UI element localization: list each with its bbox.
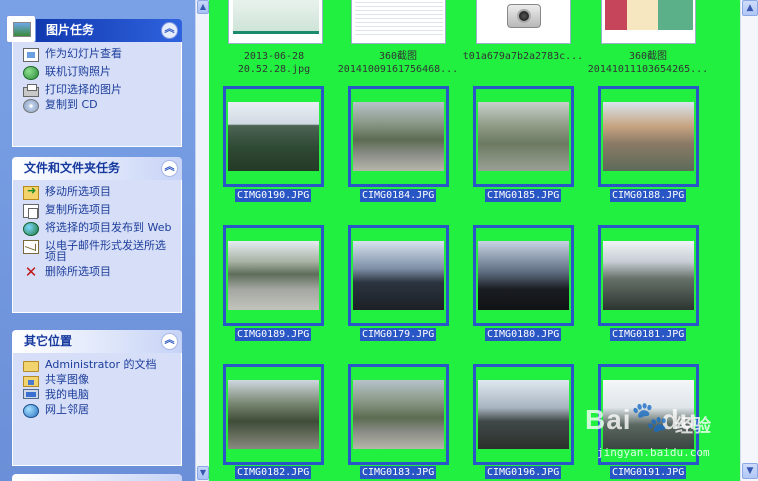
content-scrollbar[interactable]: ▲ ▼ [740,0,758,481]
scroll-up-icon[interactable]: ▲ [742,0,758,16]
thumbnail-cimg0182[interactable] [223,364,324,465]
baidu-jingyan-watermark: Bai du 🐾 经验 jingyan.baidu.com [585,400,711,459]
thumbnail-cimg0181[interactable] [598,225,699,326]
caption-cimg0189[interactable]: CIMG0189.JPG [235,328,312,341]
thumbnail-cimg0180[interactable] [473,225,574,326]
thumbnail-cimg0189[interactable] [223,225,324,326]
details-panel-header[interactable] [12,474,182,481]
slideshow-icon [23,48,39,62]
publish-web-icon [23,222,39,236]
caption-cimg0196[interactable]: CIMG0196.JPG [485,466,562,479]
collapse-chevron-icon[interactable]: ︽ [161,160,178,177]
email-items-link[interactable]: 以电子邮件形式发送所选项目 [23,240,173,262]
picture-tasks-panel: 图片任务 ︽ 作为幻灯片查看 联机订购照片 打印选择的图片 复制到 CD [6,15,182,147]
picture-tasks-header[interactable]: 图片任务 ︽ [6,15,182,43]
photo-thumbnail [353,102,444,171]
view-slideshow-link[interactable]: 作为幻灯片查看 [23,48,173,62]
network-places-link[interactable]: 网上邻居 [23,404,173,418]
order-prints-link[interactable]: 联机订购照片 [23,66,173,80]
photo-thumbnail [228,102,319,171]
thumbnail-cimg0183[interactable] [348,364,449,465]
shared-pictures-link[interactable]: 共享图像 [23,374,173,387]
collapse-chevron-icon[interactable]: ︽ [161,22,178,39]
collapse-chevron-icon[interactable]: ︽ [161,333,178,350]
photo-thumbnail [228,380,319,449]
caption-cimg0180[interactable]: CIMG0180.JPG [485,328,562,341]
thumbnail-cimg0196[interactable] [473,364,574,465]
move-items-link[interactable]: 移动所选项目 [23,185,173,200]
admin-documents-link[interactable]: Administrator 的文档 [23,359,173,372]
email-icon [23,240,39,254]
photo-thumbnail [478,102,569,171]
folder-icon [23,361,39,372]
copy-to-cd-link[interactable]: 复制到 CD [23,99,173,113]
caption-cimg0185[interactable]: CIMG0185.JPG [485,189,562,202]
thumbnail-cimg0184[interactable] [348,86,449,187]
task-pane: 图片任务 ︽ 作为幻灯片查看 联机订购照片 打印选择的图片 复制到 CD 文件和… [0,0,195,481]
other-places-header[interactable]: 其它位置 ︽ [12,330,182,353]
scroll-down-icon[interactable]: ▼ [197,466,209,480]
thumbnail-cimg0179[interactable] [348,225,449,326]
picture-tasks-icon [6,15,36,43]
caption-cimg0183[interactable]: CIMG0183.JPG [360,466,437,479]
paw-icon: 🐾 [631,400,669,435]
copy-items-link[interactable]: 复制所选项目 [23,204,173,219]
file-tasks-panel: 文件和文件夹任务 ︽ 移动所选项目 复制所选项目 将选择的项目发布到 Web 以… [12,157,182,313]
caption-cimg0184[interactable]: CIMG0184.JPG [360,189,437,202]
thumbnail-cimg0185[interactable] [473,86,574,187]
thumbnail-top-1[interactable] [228,0,323,44]
photo-thumbnail [603,241,694,310]
caption-cimg0179[interactable]: CIMG0179.JPG [360,328,437,341]
delete-items-link[interactable]: ✕ 删除所选项目 [23,263,173,281]
task-pane-scrollbar[interactable]: ▲ ▼ [195,0,209,481]
photo-thumbnail [228,241,319,310]
file-tasks-header[interactable]: 文件和文件夹任务 ︽ [12,157,182,180]
photo-thumbnail [353,241,444,310]
cd-icon [23,99,39,113]
caption-cimg0190[interactable]: CIMG0190.JPG [235,189,312,202]
publish-web-link[interactable]: 将选择的项目发布到 Web [23,222,173,236]
photo-thumbnail [603,102,694,171]
thumbnail-top-3[interactable] [476,0,571,44]
other-places-panel: 其它位置 ︽ Administrator 的文档 共享图像 我的电脑 网上邻居 [12,330,182,466]
my-computer-link[interactable]: 我的电脑 [23,389,173,400]
photo-thumbnail [478,380,569,449]
delete-icon: ✕ [24,263,38,281]
photo-thumbnail [353,380,444,449]
move-icon [23,185,39,200]
thumbnail-cimg0188[interactable] [598,86,699,187]
thumbnail-top-4[interactable] [601,0,696,44]
printer-icon [23,84,39,97]
photo-thumbnail [478,241,569,310]
order-prints-icon [23,66,39,80]
scroll-up-icon[interactable]: ▲ [197,0,209,14]
caption-cimg0188[interactable]: CIMG0188.JPG [610,189,687,202]
shared-pictures-icon [23,376,39,387]
print-pictures-link[interactable]: 打印选择的图片 [23,84,173,97]
my-computer-icon [23,389,39,399]
thumbnail-cimg0190[interactable] [223,86,324,187]
caption-cimg0181[interactable]: CIMG0181.JPG [610,328,687,341]
thumbnail-top-2[interactable] [351,0,446,44]
copy-icon [23,204,39,219]
caption-cimg0182[interactable]: CIMG0182.JPG [235,466,312,479]
scroll-down-icon[interactable]: ▼ [742,463,758,479]
network-places-icon [23,404,39,418]
